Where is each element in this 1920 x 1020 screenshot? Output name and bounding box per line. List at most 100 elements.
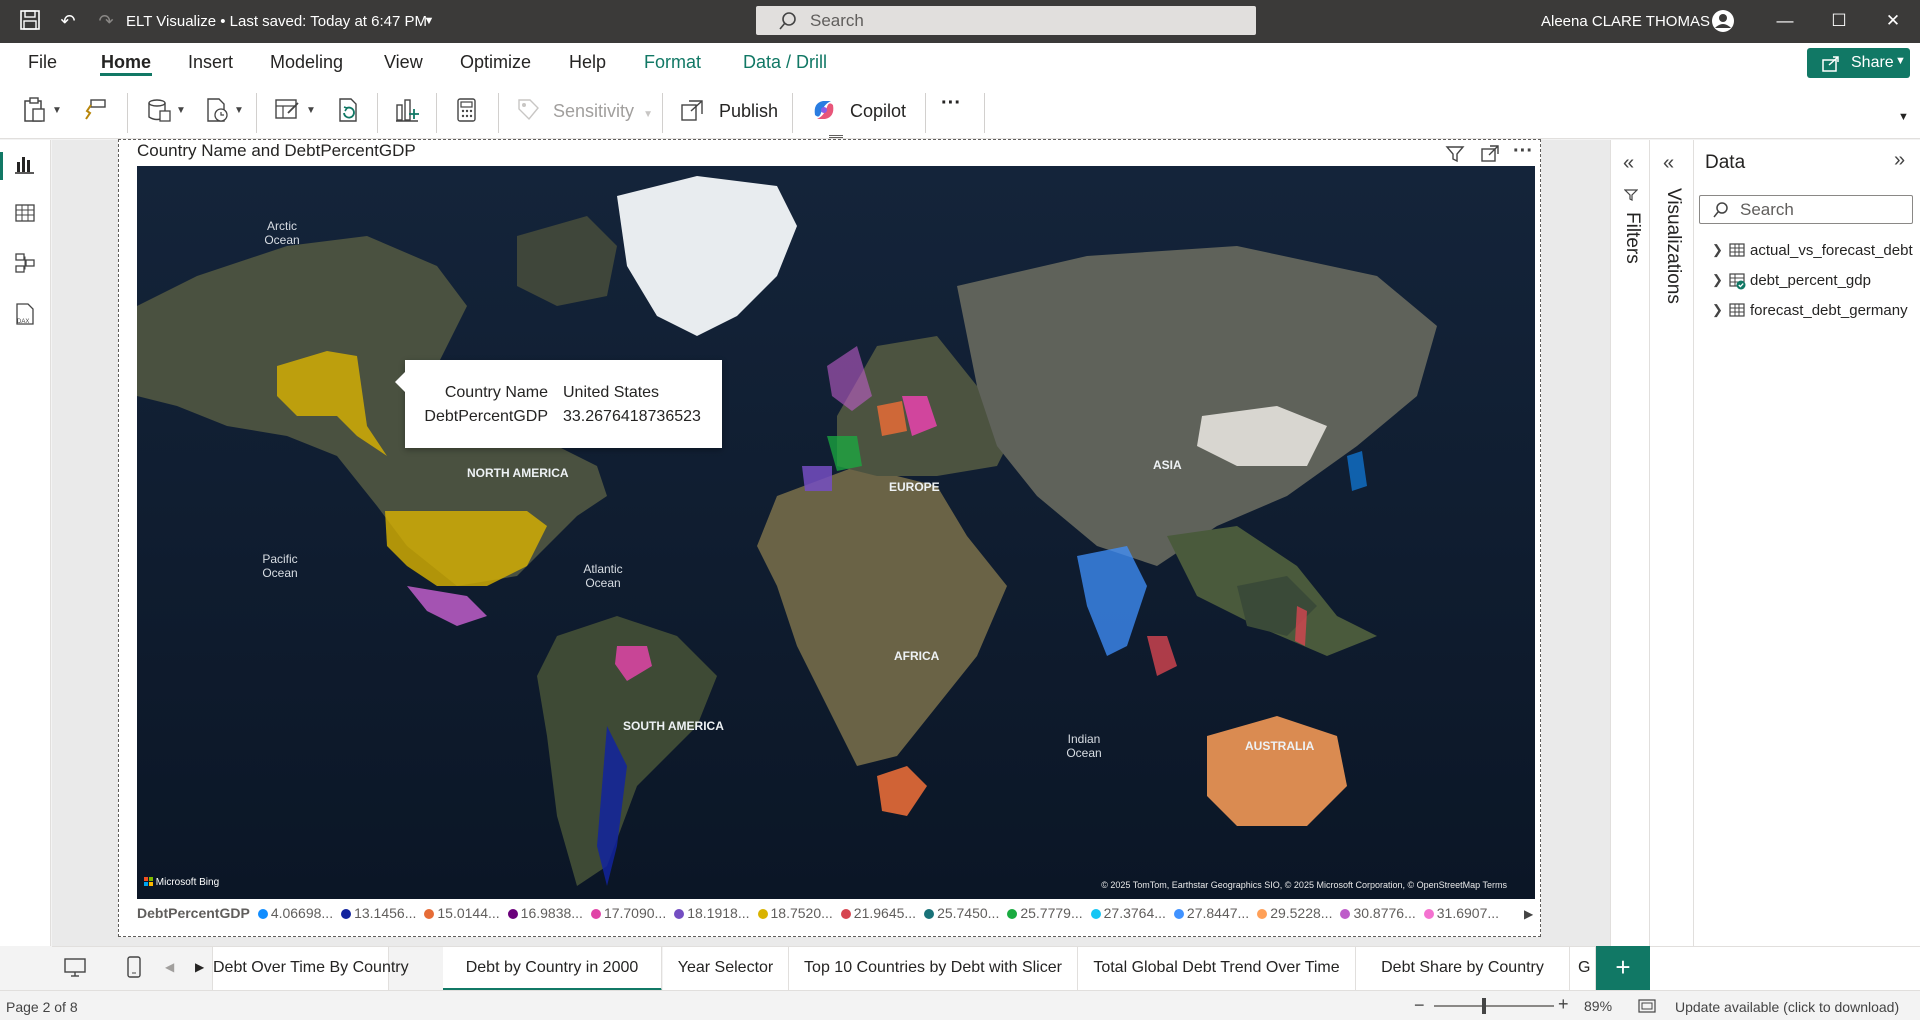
expand-visualizations-icon[interactable]: « — [1663, 152, 1674, 175]
more-options-icon[interactable]: ··· — [1513, 140, 1533, 163]
legend-item[interactable]: 15.0144... — [424, 905, 500, 921]
menu-format[interactable]: Format — [644, 52, 701, 73]
transform-data-button[interactable]: ▼ — [274, 97, 316, 127]
share-label: Share — [1851, 54, 1894, 71]
page-tab-debt-by-country-2000[interactable]: Debt by Country in 2000 — [443, 947, 662, 991]
menu-home[interactable]: Home — [101, 52, 151, 73]
legend-item[interactable]: 30.8776... — [1340, 905, 1416, 921]
menu-insert[interactable]: Insert — [188, 52, 233, 73]
fit-to-page-icon[interactable] — [1638, 998, 1656, 1017]
legend-item[interactable]: 25.7450... — [924, 905, 999, 921]
page-tab-label: Debt Over Time By Country — [213, 959, 409, 976]
legend-item-label: 17.7090... — [603, 905, 667, 921]
menu-modeling[interactable]: Modeling — [270, 52, 343, 73]
page-tab-debt-share[interactable]: Debt Share by Country — [1356, 947, 1570, 991]
model-view-icon[interactable] — [12, 252, 38, 278]
desktop-layout-icon[interactable] — [63, 957, 87, 984]
share-button[interactable]: Share ▼ — [1807, 48, 1910, 78]
legend-item[interactable]: 31.6907... — [1423, 905, 1499, 921]
world-map[interactable]: Arctic Ocean Pacific Ocean Atlantic Ocea… — [137, 166, 1535, 899]
user-avatar-icon[interactable] — [1711, 9, 1735, 33]
legend-item[interactable]: 17.7090... — [590, 905, 667, 921]
table-name: forecast_debt_germany — [1750, 302, 1908, 319]
chevron-right-icon[interactable]: ❯ — [1712, 272, 1723, 288]
legend-item[interactable]: 13.1456... — [341, 905, 416, 921]
filters-pane-collapsed[interactable]: « Filters — [1610, 140, 1650, 946]
menu-optimize[interactable]: Optimize — [460, 52, 531, 73]
close-icon[interactable]: ✕ — [1878, 8, 1908, 34]
new-measure-button[interactable] — [456, 97, 478, 127]
page-tab-year-selector[interactable]: Year Selector — [663, 947, 789, 991]
legend-item[interactable]: 27.8447... — [1173, 905, 1249, 921]
visualizations-pane-label[interactable]: Visualizations — [1662, 188, 1684, 304]
page-tab-label: Total Global Debt Trend Over Time — [1093, 959, 1340, 976]
more-options-button[interactable]: ··· — [941, 92, 961, 122]
ribbon-separator — [792, 93, 793, 133]
legend-item[interactable]: 25.7779... — [1007, 905, 1083, 921]
filters-pane-label[interactable]: Filters — [1621, 212, 1643, 264]
next-page-icon[interactable]: ▶ — [195, 960, 204, 974]
maximize-icon[interactable]: ☐ — [1824, 8, 1854, 34]
report-view-icon[interactable] — [12, 153, 38, 179]
page-tab-label: Year Selector — [677, 959, 774, 976]
update-available-message[interactable]: Update available (click to download) — [1675, 999, 1899, 1015]
title-dropdown-icon[interactable]: ▼ — [417, 9, 441, 33]
paste-button[interactable]: ▼ — [22, 97, 62, 127]
zoom-slider-thumb[interactable] — [1482, 998, 1486, 1014]
publish-button[interactable]: Publish — [680, 97, 778, 127]
mobile-layout-icon[interactable] — [126, 955, 142, 984]
undo-icon[interactable]: ↶ — [56, 9, 80, 33]
previous-page-icon[interactable]: ◀ — [165, 960, 174, 974]
expand-filters-icon[interactable]: « — [1623, 152, 1634, 175]
menu-help[interactable]: Help — [569, 52, 606, 73]
menu-data-drill[interactable]: Data / Drill — [743, 52, 827, 73]
menu-file[interactable]: File — [28, 52, 57, 73]
user-name[interactable]: Aleena CLARE THOMAS — [1541, 13, 1710, 30]
visual-drag-handle[interactable] — [829, 135, 843, 138]
recent-sources-button[interactable]: ▼ — [204, 97, 244, 127]
sensitivity-button[interactable]: Sensitivity ▼ — [516, 97, 653, 127]
zoom-in-button[interactable]: + — [1558, 994, 1569, 1015]
add-page-button[interactable]: + — [1596, 946, 1650, 990]
data-search-input[interactable]: Search — [1699, 195, 1913, 224]
legend-item[interactable]: 18.1918... — [674, 905, 750, 921]
legend-item[interactable]: 27.3764... — [1090, 905, 1166, 921]
page-tab-overflow[interactable]: G — [1570, 947, 1596, 991]
page-tab-debt-over-time[interactable]: Debt Over Time By Country — [212, 947, 409, 991]
page-tab-global-debt-trend[interactable]: Total Global Debt Trend Over Time — [1078, 947, 1356, 991]
ribbon-separator — [377, 93, 378, 133]
refresh-button[interactable] — [336, 97, 362, 127]
legend-next-icon[interactable]: ▶ — [1524, 907, 1533, 921]
chevron-right-icon[interactable]: ❯ — [1712, 242, 1723, 258]
legend-item[interactable]: 29.5228... — [1257, 905, 1332, 921]
legend-item[interactable]: 4.06698... — [257, 905, 333, 921]
legend-color-dot — [840, 909, 851, 919]
legend-color-dot — [1340, 909, 1351, 919]
legend-item[interactable]: 21.9645... — [840, 905, 916, 921]
visualizations-pane-collapsed[interactable]: « Visualizations — [1650, 140, 1694, 946]
new-visual-button[interactable] — [394, 97, 420, 127]
ribbon-collapse-icon[interactable]: ▼ — [1898, 111, 1909, 141]
chevron-right-icon[interactable]: ❯ — [1712, 302, 1723, 318]
collapse-data-pane-icon[interactable]: » — [1894, 149, 1905, 172]
menu-view[interactable]: View — [384, 52, 423, 73]
legend-item[interactable]: 18.7520... — [757, 905, 833, 921]
save-icon[interactable] — [18, 9, 42, 33]
table-view-icon[interactable] — [12, 202, 38, 228]
get-data-button[interactable]: ▼ — [146, 97, 186, 127]
ribbon-separator — [127, 93, 128, 133]
legend-item[interactable]: 16.9838... — [507, 905, 583, 921]
format-painter-button[interactable] — [84, 97, 108, 127]
redo-icon[interactable]: ↷ — [94, 9, 118, 33]
legend-color-dot — [924, 909, 935, 919]
zoom-out-button[interactable]: − — [1414, 995, 1425, 1016]
dax-query-view-icon[interactable]: DAX — [12, 302, 38, 328]
global-search-input[interactable]: Search — [756, 6, 1256, 35]
zoom-slider[interactable] — [1434, 998, 1554, 1014]
copilot-button[interactable]: Copilot — [811, 97, 906, 127]
zoom-level[interactable]: 89% — [1584, 998, 1612, 1014]
page-tab-top-10-countries[interactable]: Top 10 Countries by Debt with Slicer — [789, 947, 1078, 991]
map-attribution[interactable]: © 2025 TomTom, Earthstar Geographics SIO… — [1101, 880, 1507, 890]
minimize-icon[interactable]: — — [1770, 8, 1800, 34]
ribbon-separator — [662, 93, 663, 133]
